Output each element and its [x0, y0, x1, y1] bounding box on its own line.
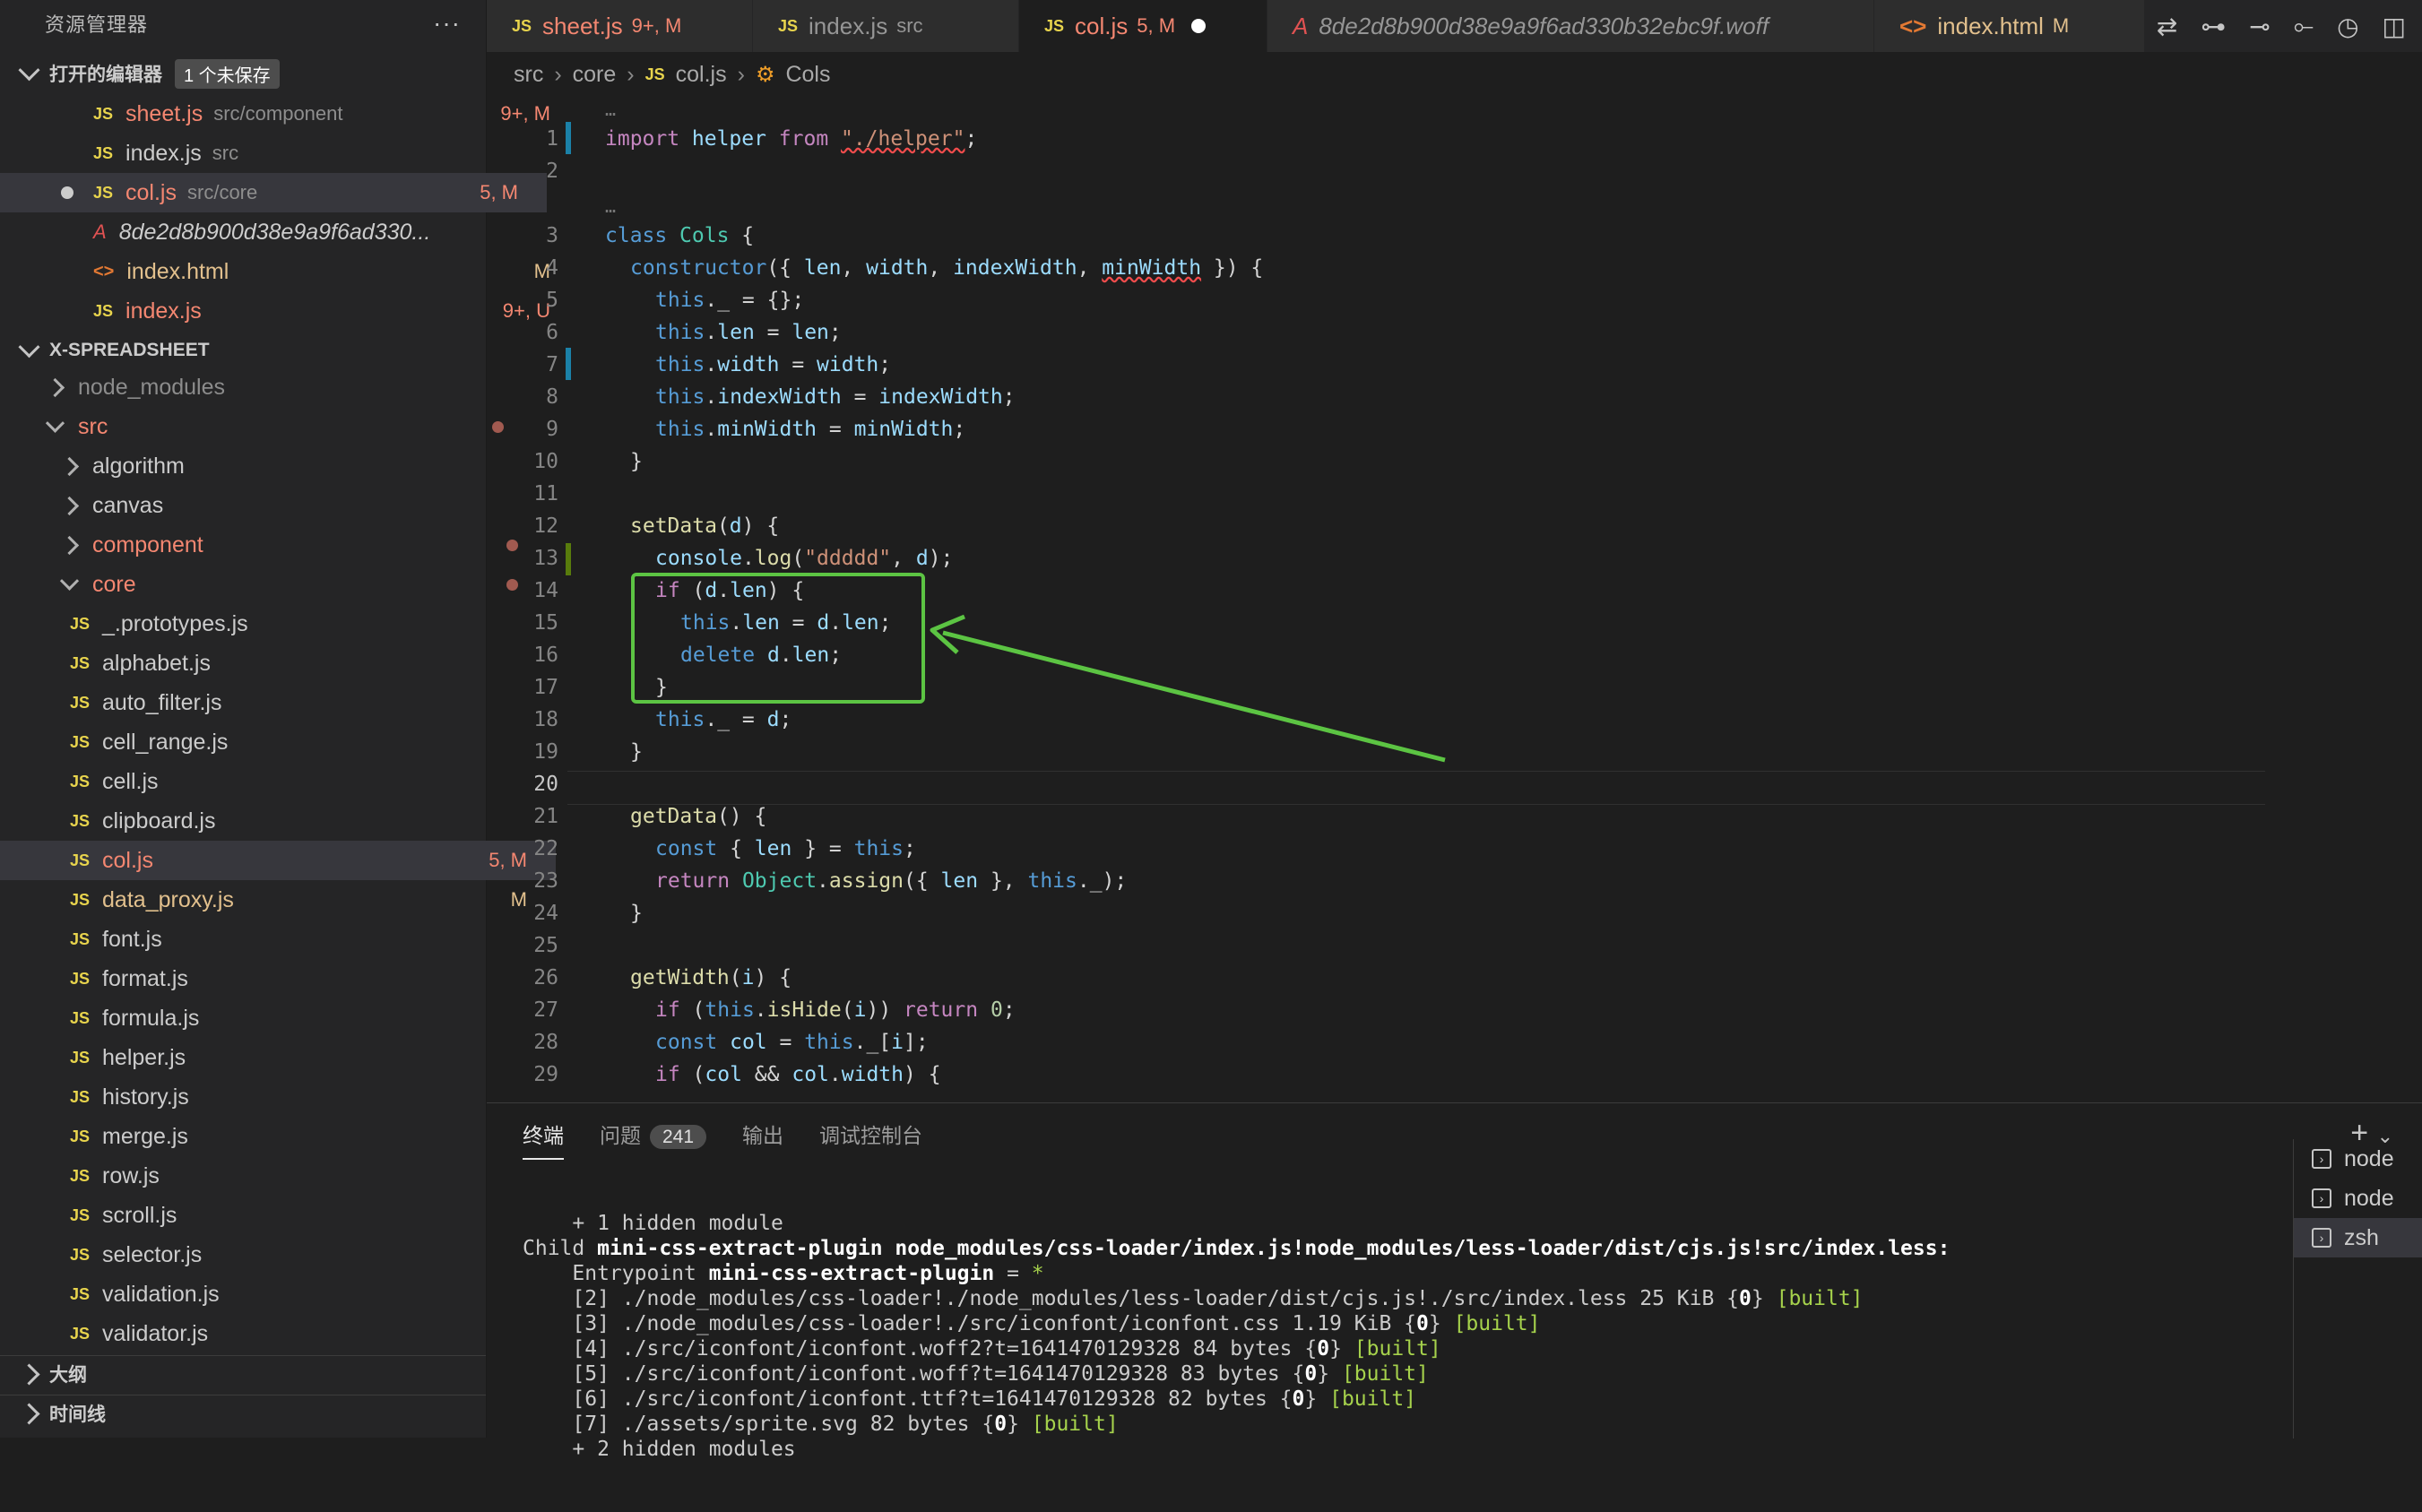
terminal-icon: ›: [2312, 1149, 2331, 1169]
terminal-text: }: [1329, 1337, 1354, 1361]
terminal-text-green: *: [1031, 1262, 1044, 1285]
terminal-text-bold: 0: [1739, 1287, 1752, 1310]
terminal-text: [5] ./src/iconfont/iconfont.woff?t=16414…: [523, 1362, 1305, 1386]
terminal-text: }: [1428, 1312, 1454, 1335]
terminal-text: }: [1751, 1287, 1777, 1310]
terminal-text: [2] ./node_modules/css-loader!./node_mod…: [523, 1287, 1740, 1310]
terminal-text-bold: 0: [1292, 1387, 1305, 1411]
terminal-text: [7] ./assets/sprite.svg 82 bytes {: [523, 1413, 995, 1436]
terminal-line: [4] ./src/iconfont/iconfont.woff2?t=1641…: [523, 1336, 1950, 1361]
terminal-text: Entrypoint: [523, 1262, 709, 1285]
terminal-text-green: [built]: [1031, 1413, 1119, 1436]
terminal-text-green: [built]: [1776, 1287, 1864, 1310]
terminal-instance[interactable]: › node: [2294, 1139, 2422, 1179]
terminal-text: [4] ./src/iconfont/iconfont.woff2?t=1641…: [523, 1337, 1318, 1361]
terminal-text-green: [built]: [1329, 1387, 1417, 1411]
tab-terminal[interactable]: 终端: [523, 1119, 564, 1160]
tab-debug-console[interactable]: 调试控制台: [819, 1119, 922, 1149]
terminal-text: Child: [523, 1237, 598, 1260]
terminal-line: [3] ./node_modules/css-loader!./src/icon…: [523, 1311, 1950, 1336]
terminal-text-green: [built]: [1341, 1362, 1429, 1386]
terminal-line: Entrypoint mini-css-extract-plugin = *: [523, 1261, 1950, 1286]
terminal-text: }: [1007, 1413, 1032, 1436]
terminal-text-bold: 0: [1304, 1362, 1318, 1386]
problems-count-badge: 241: [650, 1125, 707, 1149]
terminal-name: zsh: [2344, 1224, 2379, 1250]
terminal-output[interactable]: + 1 hidden module Child mini-css-extract-…: [523, 1186, 1950, 1512]
tab-output[interactable]: 输出: [742, 1119, 783, 1149]
terminal-icon: ›: [2312, 1228, 2331, 1248]
terminal-line: + 2 hidden modules: [523, 1438, 796, 1461]
terminal-icon: ›: [2312, 1188, 2331, 1208]
terminal-line: [6] ./src/iconfont/iconfont.ttf?t=164147…: [523, 1387, 1950, 1412]
terminal-line: [5] ./src/iconfont/iconfont.woff?t=16414…: [523, 1361, 1950, 1387]
terminal-text-bold: mini-css-extract-plugin: [708, 1262, 995, 1285]
panel-tabs: 终端 问题 241 输出 调试控制台: [523, 1103, 922, 1164]
bottom-panel: 终端 问题 241 输出 调试控制台 + ⌄ + 1 hidden module C…: [487, 1102, 2422, 1461]
terminal-name: node: [2344, 1185, 2394, 1211]
terminal-line: + 1 hidden module: [523, 1212, 783, 1235]
terminal-instance[interactable]: › node: [2294, 1179, 2422, 1218]
terminal-line: [2] ./node_modules/css-loader!./node_mod…: [523, 1286, 1950, 1311]
terminal-text-bold: 0: [1317, 1337, 1330, 1361]
terminal-text-bold: 0: [994, 1413, 1008, 1436]
terminal-list: › node › node › zsh: [2293, 1139, 2422, 1439]
terminal-instance[interactable]: › zsh: [2294, 1218, 2422, 1257]
terminal-line: Child mini-css-extract-plugin node_modul…: [523, 1236, 1950, 1261]
terminal-text-green: [built]: [1453, 1312, 1541, 1335]
terminal-text-green: [built]: [1354, 1337, 1441, 1361]
annotation-arrow-line: [942, 630, 1446, 763]
tab-problems[interactable]: 问题 241: [600, 1119, 707, 1149]
terminal-text: =: [994, 1262, 1032, 1285]
terminal-text: }: [1317, 1362, 1342, 1386]
terminal-line: [7] ./assets/sprite.svg 82 bytes {0} [bu…: [523, 1412, 1950, 1437]
terminal-text: }: [1304, 1387, 1330, 1411]
terminal-name: node: [2344, 1145, 2394, 1171]
terminal-text-bold: 0: [1416, 1312, 1429, 1335]
terminal-text: [3] ./node_modules/css-loader!./src/icon…: [523, 1312, 1416, 1335]
tab-problems-label: 问题: [600, 1124, 641, 1147]
terminal-text-bold: mini-css-extract-plugin node_modules/css…: [597, 1237, 1951, 1260]
terminal-text: [6] ./src/iconfont/iconfont.ttf?t=164147…: [523, 1387, 1293, 1411]
